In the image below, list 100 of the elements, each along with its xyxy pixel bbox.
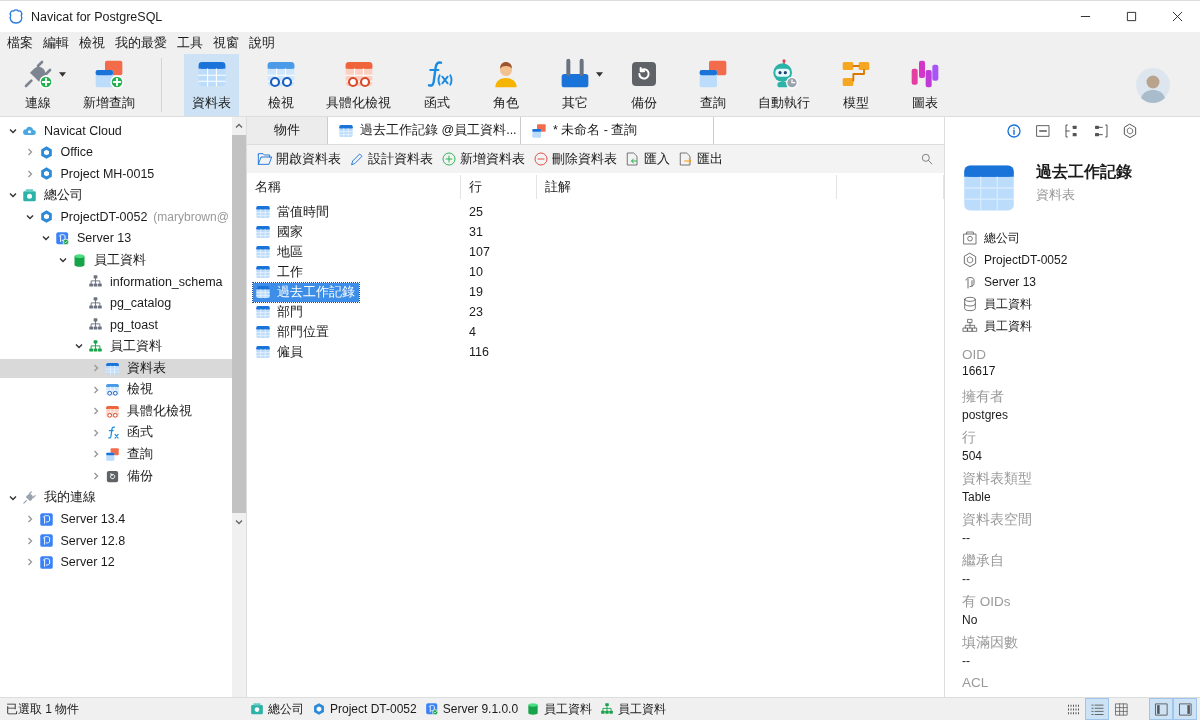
table-name-cell[interactable]: 當值時間 bbox=[253, 202, 333, 222]
toolbar-button[interactable]: 函式 bbox=[409, 54, 464, 116]
menu-item[interactable]: 說明 bbox=[244, 34, 280, 52]
tree-item[interactable]: Office bbox=[0, 142, 232, 162]
menu-item[interactable]: 我的最愛 bbox=[110, 34, 172, 52]
status-path-label: Project DT-0052 bbox=[330, 702, 417, 716]
tab[interactable]: 物件 bbox=[247, 117, 328, 144]
path-label: 員工資料 bbox=[984, 295, 1032, 313]
toolbar-button[interactable]: 查詢 bbox=[685, 54, 740, 116]
toolbar-button[interactable]: 連線 bbox=[10, 54, 65, 116]
tree-item[interactable]: 函式 bbox=[0, 423, 232, 443]
property-value: -- bbox=[962, 654, 971, 668]
table-name-cell[interactable]: 工作 bbox=[253, 262, 307, 282]
toolbar-button[interactable]: 資料表 bbox=[184, 54, 239, 116]
hexagon-icon[interactable] bbox=[1122, 123, 1138, 139]
tree-item[interactable]: 備份 bbox=[0, 466, 232, 486]
app-logo-icon bbox=[7, 7, 25, 26]
toolbar-button[interactable]: 模型 bbox=[828, 54, 883, 116]
toolbar-button[interactable]: 檢視 bbox=[253, 54, 308, 116]
list-view-button[interactable] bbox=[1086, 699, 1108, 719]
action-button[interactable]: 新增資料表 bbox=[439, 150, 527, 168]
tree-item[interactable]: 員工資料 bbox=[0, 250, 232, 270]
action-button[interactable]: 匯入 bbox=[623, 150, 672, 168]
tree-item[interactable]: ProjectDT-0052 (marybrown@ bbox=[0, 207, 232, 227]
column-header[interactable]: 行 bbox=[461, 175, 537, 199]
tab-label: 物件 bbox=[274, 122, 300, 139]
table-name-cell[interactable]: 部門位置 bbox=[253, 322, 333, 342]
column-header[interactable]: 名稱 bbox=[247, 175, 461, 199]
table-cell-text: 116 bbox=[468, 345, 490, 359]
table-name-cell[interactable]: 地區 bbox=[253, 242, 307, 262]
table-icon bbox=[255, 284, 271, 300]
menu-item[interactable]: 檔案 bbox=[2, 34, 38, 52]
schema-icon bbox=[88, 295, 103, 311]
tree-item[interactable]: Server 12.8 bbox=[0, 531, 232, 551]
tree-label: pg_catalog bbox=[110, 296, 172, 311]
toolbar-button[interactable]: 角色 bbox=[478, 54, 533, 116]
tree-item[interactable]: pg_toast bbox=[0, 315, 232, 335]
menu-item[interactable]: 工具 bbox=[172, 34, 208, 52]
tree-item[interactable]: 員工資料 bbox=[0, 336, 232, 356]
ddl-icon[interactable] bbox=[1035, 123, 1051, 139]
query-icon bbox=[104, 446, 120, 462]
tree-item[interactable]: 總公司 bbox=[0, 185, 232, 205]
scrollbar[interactable] bbox=[232, 117, 246, 697]
query-add-icon bbox=[93, 58, 125, 90]
toolbar-button[interactable]: 其它 bbox=[547, 54, 602, 116]
window-title: Navicat for PostgreSQL bbox=[31, 9, 163, 24]
table-cell-text: 19 bbox=[468, 285, 484, 299]
query-icon bbox=[531, 122, 547, 139]
menu-item[interactable]: 編輯 bbox=[38, 34, 74, 52]
toolbar-button[interactable]: 自動執行 bbox=[754, 54, 814, 116]
dependency-icon[interactable] bbox=[1093, 123, 1109, 139]
action-button[interactable]: 設計資料表 bbox=[347, 150, 435, 168]
action-button[interactable]: 匯出 bbox=[676, 150, 725, 168]
tree-item[interactable]: 具體化檢視 bbox=[0, 401, 232, 421]
tree-item[interactable]: Server 13.4 bbox=[0, 509, 232, 529]
tree-label: 我的連線 bbox=[44, 489, 96, 507]
tree-note: (marybrown@ bbox=[153, 209, 229, 224]
scroll-up-icon[interactable] bbox=[234, 121, 244, 131]
scroll-down-icon[interactable] bbox=[234, 517, 244, 527]
table-name-cell[interactable]: 僱員 bbox=[253, 342, 307, 362]
action-button[interactable]: 開啟資料表 bbox=[255, 150, 343, 168]
pencil-icon bbox=[349, 151, 365, 167]
dependency-icon[interactable] bbox=[1064, 123, 1080, 139]
tree-item[interactable]: 查詢 bbox=[0, 444, 232, 464]
toolbar-button[interactable]: 備份 bbox=[616, 54, 671, 116]
tree-item[interactable]: Navicat Cloud bbox=[0, 121, 232, 140]
menu-item[interactable]: 檢視 bbox=[74, 34, 110, 52]
pane-toggle-button[interactable] bbox=[1150, 699, 1172, 719]
table-icon bbox=[255, 204, 271, 220]
tree-item[interactable]: pg_catalog bbox=[0, 293, 232, 313]
tree-item[interactable]: information_schema bbox=[0, 272, 232, 292]
schema-icon bbox=[600, 702, 615, 716]
table-name-cell[interactable]: 國家 bbox=[253, 222, 307, 242]
info-icon[interactable] bbox=[1006, 123, 1022, 139]
tree-item[interactable]: 檢視 bbox=[0, 380, 232, 400]
toolbar-button[interactable]: 圖表 bbox=[897, 54, 952, 116]
tree-item[interactable]: 資料表 bbox=[0, 358, 232, 378]
table-icon bbox=[255, 344, 271, 360]
toolbar-button[interactable]: 具體化檢視 bbox=[322, 54, 395, 116]
pane-toggle-button[interactable] bbox=[1174, 699, 1196, 719]
tree-item[interactable]: Server 12 bbox=[0, 552, 232, 572]
tree-item[interactable]: Server 13 bbox=[0, 228, 232, 248]
tree-label: Server 12.8 bbox=[60, 533, 126, 548]
property-label: 繼承自 bbox=[962, 552, 1005, 570]
avatar[interactable] bbox=[1135, 67, 1171, 103]
menu-item[interactable]: 視窗 bbox=[208, 34, 244, 52]
search-icon[interactable] bbox=[920, 152, 934, 166]
toolbar-button[interactable]: 新增查詢 bbox=[79, 54, 139, 116]
tree-label: 檢視 bbox=[126, 381, 153, 399]
path-label: 員工資料 bbox=[984, 317, 1032, 335]
pane-icon bbox=[1153, 701, 1169, 717]
column-header[interactable]: 註解 bbox=[537, 175, 837, 199]
tree-item[interactable]: Project MH-0015 bbox=[0, 164, 232, 184]
action-button[interactable]: 刪除資料表 bbox=[531, 150, 619, 168]
property-value: No bbox=[962, 613, 979, 627]
tree-item[interactable]: 我的連線 bbox=[0, 488, 232, 508]
tree-label: Server 13.4 bbox=[60, 512, 126, 527]
table-name-cell[interactable]: 部門 bbox=[253, 302, 307, 322]
table-icon bbox=[255, 224, 271, 240]
tree-label: 總公司 bbox=[44, 186, 83, 204]
